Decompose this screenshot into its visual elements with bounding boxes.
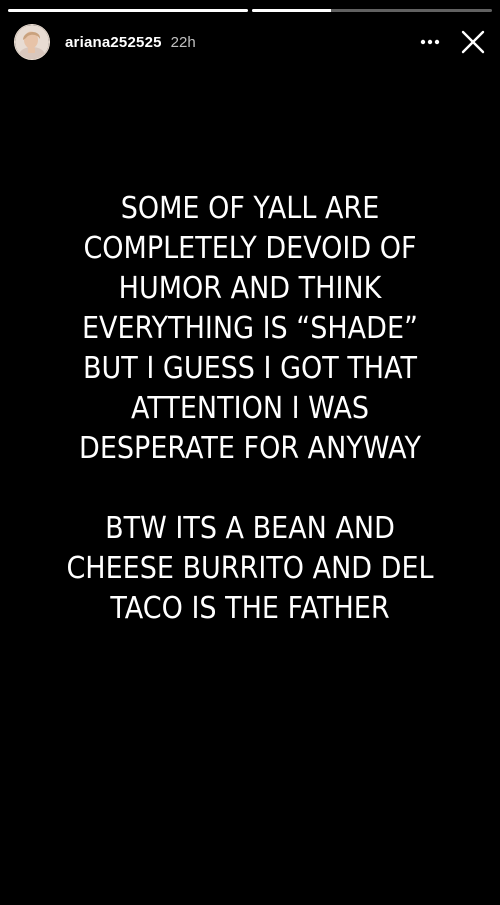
username[interactable]: ariana252525 <box>65 34 162 51</box>
story-text-paragraph-1: SOME OF YALL ARE COMPLETELY DEVOID OF HU… <box>79 191 421 466</box>
more-horizontal-icon[interactable] <box>419 31 441 53</box>
story-header: ariana252525 22h <box>14 22 486 62</box>
avatar[interactable] <box>14 24 50 60</box>
story-progress-fill-1 <box>8 9 248 12</box>
story-text-paragraph-2: BTW ITS A BEAN AND CHEESE BURRITO AND DE… <box>66 511 434 626</box>
close-icon[interactable] <box>460 29 486 55</box>
timestamp: 22h <box>170 33 196 51</box>
story-progress-fill-2 <box>252 9 332 12</box>
story-progress-bar-2 <box>252 9 492 12</box>
story-text-overlay: SOME OF YALL ARE COMPLETELY DEVOID OF HU… <box>25 189 475 629</box>
profile-photo-icon <box>15 25 49 59</box>
story-progress-bar-1 <box>8 9 248 12</box>
